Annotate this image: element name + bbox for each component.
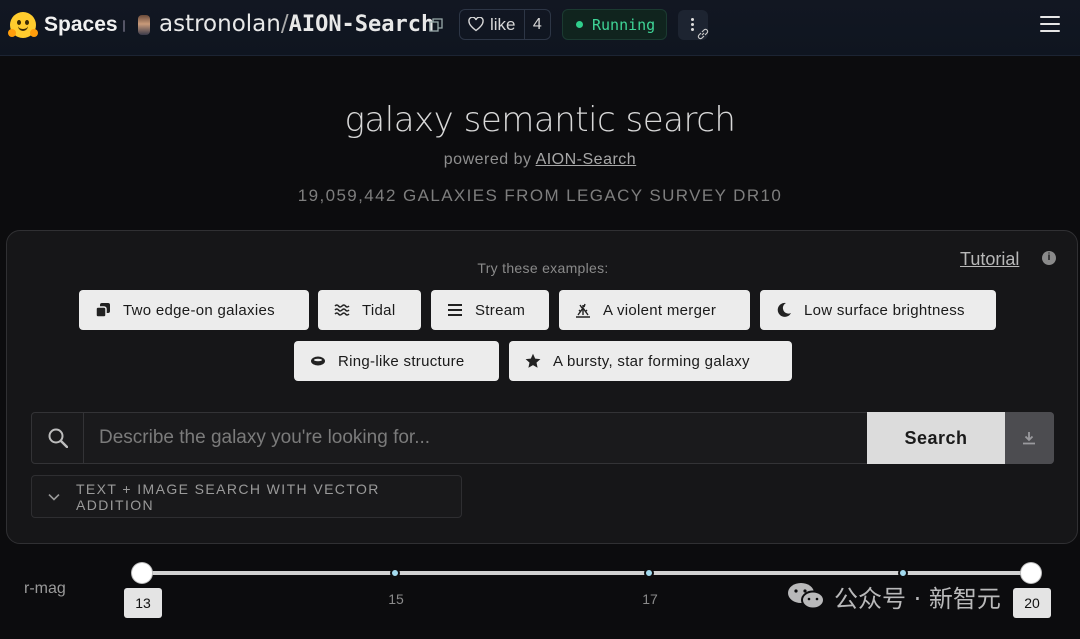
link-icon — [697, 28, 709, 40]
repo-link[interactable]: AION-Search — [289, 12, 435, 37]
slider-tick — [390, 568, 400, 578]
example-chip-ring-like[interactable]: Ring-like structure — [294, 341, 499, 381]
chip-label: Stream — [475, 301, 526, 319]
copy-icon[interactable] — [429, 18, 443, 32]
like-count[interactable]: 4 — [525, 16, 550, 34]
like-button[interactable]: like — [460, 10, 525, 39]
chevron-down-icon — [48, 493, 60, 501]
example-chip-tidal[interactable]: Tidal — [318, 290, 421, 330]
heart-icon — [468, 17, 484, 32]
path-slash: / — [280, 11, 289, 37]
wechat-icon — [788, 583, 825, 610]
search-icon — [48, 428, 68, 448]
rmag-min-handle[interactable] — [132, 563, 152, 583]
watermark: 公众号 · 新智元 — [786, 578, 1001, 614]
slider-tick — [644, 568, 654, 578]
separator — [123, 20, 125, 32]
more-icon — [691, 18, 694, 33]
status-dot-icon — [576, 21, 583, 28]
watermark-text: 公众号 · 新智元 — [834, 584, 1001, 613]
tick-label-15: 15 — [388, 591, 404, 607]
download-button[interactable] — [1005, 412, 1054, 464]
powered-by-prefix: powered by — [443, 151, 536, 168]
galaxy-count: 19,059,442 GALAXIES FROM LEGACY SURVEY D… — [297, 186, 783, 205]
like-label: like — [490, 14, 516, 34]
slider-tick — [898, 568, 908, 578]
chip-label: A violent merger — [603, 301, 717, 319]
example-chip-bursty-star-forming[interactable]: A bursty, star forming galaxy — [509, 341, 792, 381]
example-chip-stream[interactable]: Stream — [431, 290, 549, 330]
repo-path: astronolan/AION-Search — [159, 11, 434, 37]
rmag-label: r-mag — [24, 580, 66, 597]
star-icon — [525, 353, 541, 368]
rmag-max-value: 20 — [1013, 588, 1051, 618]
hf-logo-icon[interactable] — [8, 12, 38, 38]
search-bar: Search — [31, 412, 1054, 464]
owner-avatar[interactable] — [138, 15, 150, 35]
aion-search-link[interactable]: AION-Search — [536, 151, 637, 168]
chip-label: Low surface brightness — [804, 301, 965, 319]
layers-icon — [95, 303, 110, 318]
example-chip-two-edge-on[interactable]: Two edge-on galaxies — [79, 290, 309, 330]
owner-link[interactable]: astronolan — [159, 11, 281, 37]
search-panel: Tutorial i Try these examples: Two edge-… — [6, 230, 1078, 544]
spaces-link[interactable]: Spaces — [44, 13, 118, 37]
waves-icon — [334, 304, 350, 316]
vector-addition-toggle[interactable]: TEXT + IMAGE SEARCH WITH VECTOR ADDITION — [31, 475, 462, 518]
status-badge[interactable]: Running — [562, 9, 667, 40]
top-navigation-bar: Spaces astronolan/AION-Search like 4 Run… — [0, 0, 1080, 56]
explosion-icon — [576, 303, 590, 318]
download-icon — [1023, 432, 1035, 445]
vector-addition-label: TEXT + IMAGE SEARCH WITH VECTOR ADDITION — [75, 480, 380, 513]
menu-icon[interactable] — [1040, 16, 1060, 32]
rmag-max-handle[interactable] — [1021, 563, 1041, 583]
status-text: Running — [592, 15, 656, 34]
chip-label: A bursty, star forming galaxy — [553, 352, 750, 370]
example-chip-low-surface-brightness[interactable]: Low surface brightness — [760, 290, 996, 330]
search-button[interactable]: Search — [867, 412, 1005, 464]
search-icon-box — [32, 413, 84, 463]
powered-by: powered by AION-Search — [0, 151, 1080, 169]
ring-icon — [311, 356, 325, 366]
search-input[interactable] — [84, 413, 866, 463]
chip-label: Tidal — [362, 301, 396, 319]
example-chip-violent-merger[interactable]: A violent merger — [559, 290, 750, 330]
rmag-min-value: 13 — [124, 588, 162, 618]
examples-label: Try these examples: — [477, 260, 609, 276]
chip-label: Ring-like structure — [338, 352, 465, 370]
like-group: like 4 — [459, 9, 551, 40]
tick-label-17: 17 — [642, 591, 658, 607]
page-title: galaxy semantic search — [344, 100, 736, 140]
chip-label: Two edge-on galaxies — [123, 301, 275, 319]
lines-icon — [448, 304, 462, 316]
moon-icon — [777, 302, 791, 317]
